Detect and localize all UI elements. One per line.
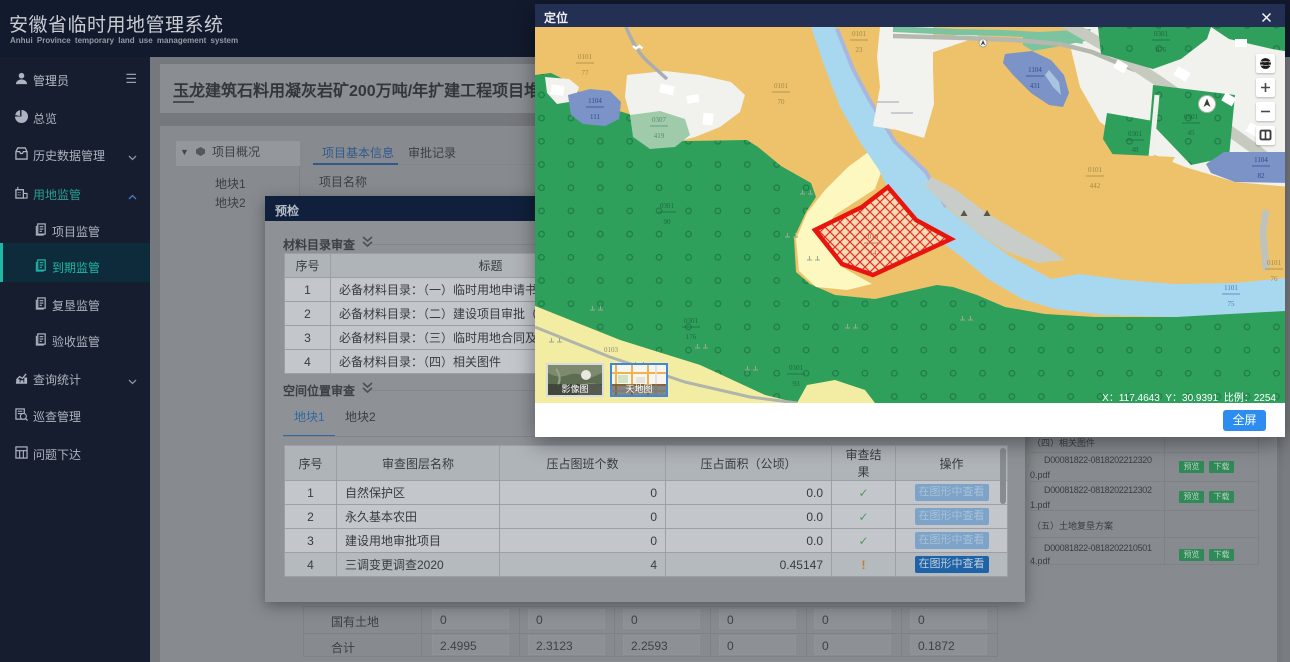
svg-text:0301: 0301 — [1184, 113, 1199, 121]
svg-text:176: 176 — [686, 333, 697, 341]
svg-text:14: 14 — [870, 249, 878, 257]
svg-text:0301: 0301 — [789, 364, 804, 372]
svg-text:1104: 1104 — [1254, 156, 1268, 164]
svg-text:431: 431 — [1030, 82, 1041, 90]
svg-text:0101: 0101 — [1267, 259, 1282, 267]
svg-text:0101: 0101 — [774, 82, 789, 90]
svg-text:0101: 0101 — [852, 30, 867, 38]
svg-text:76: 76 — [1271, 275, 1279, 283]
svg-text:48: 48 — [1132, 146, 1140, 154]
svg-text:90: 90 — [664, 218, 672, 226]
svg-text:75: 75 — [1228, 300, 1236, 308]
svg-text:0301: 0301 — [660, 202, 675, 210]
svg-text:93: 93 — [793, 380, 801, 388]
svg-text:419: 419 — [654, 132, 665, 140]
svg-text:0103: 0103 — [604, 346, 619, 354]
svg-text:45: 45 — [1188, 129, 1196, 137]
svg-text:0301: 0301 — [1154, 30, 1169, 38]
svg-text:82: 82 — [1258, 172, 1266, 180]
svg-text:1104: 1104 — [588, 97, 602, 105]
svg-text:23: 23 — [856, 46, 864, 54]
svg-text:442: 442 — [1090, 182, 1101, 190]
svg-text:0307: 0307 — [652, 116, 667, 124]
svg-text:0101: 0101 — [578, 53, 593, 61]
svg-text:0301: 0301 — [684, 317, 699, 325]
svg-text:111: 111 — [590, 113, 600, 121]
svg-text:1101: 1101 — [1224, 284, 1238, 292]
svg-text:70: 70 — [778, 98, 786, 106]
svg-text:0301: 0301 — [1128, 130, 1143, 138]
svg-text:0101: 0101 — [1088, 166, 1103, 174]
svg-text:010: 010 — [868, 233, 879, 241]
svg-text:876: 876 — [1156, 46, 1167, 54]
svg-text:1104: 1104 — [1028, 66, 1042, 74]
svg-text:77: 77 — [582, 69, 590, 77]
